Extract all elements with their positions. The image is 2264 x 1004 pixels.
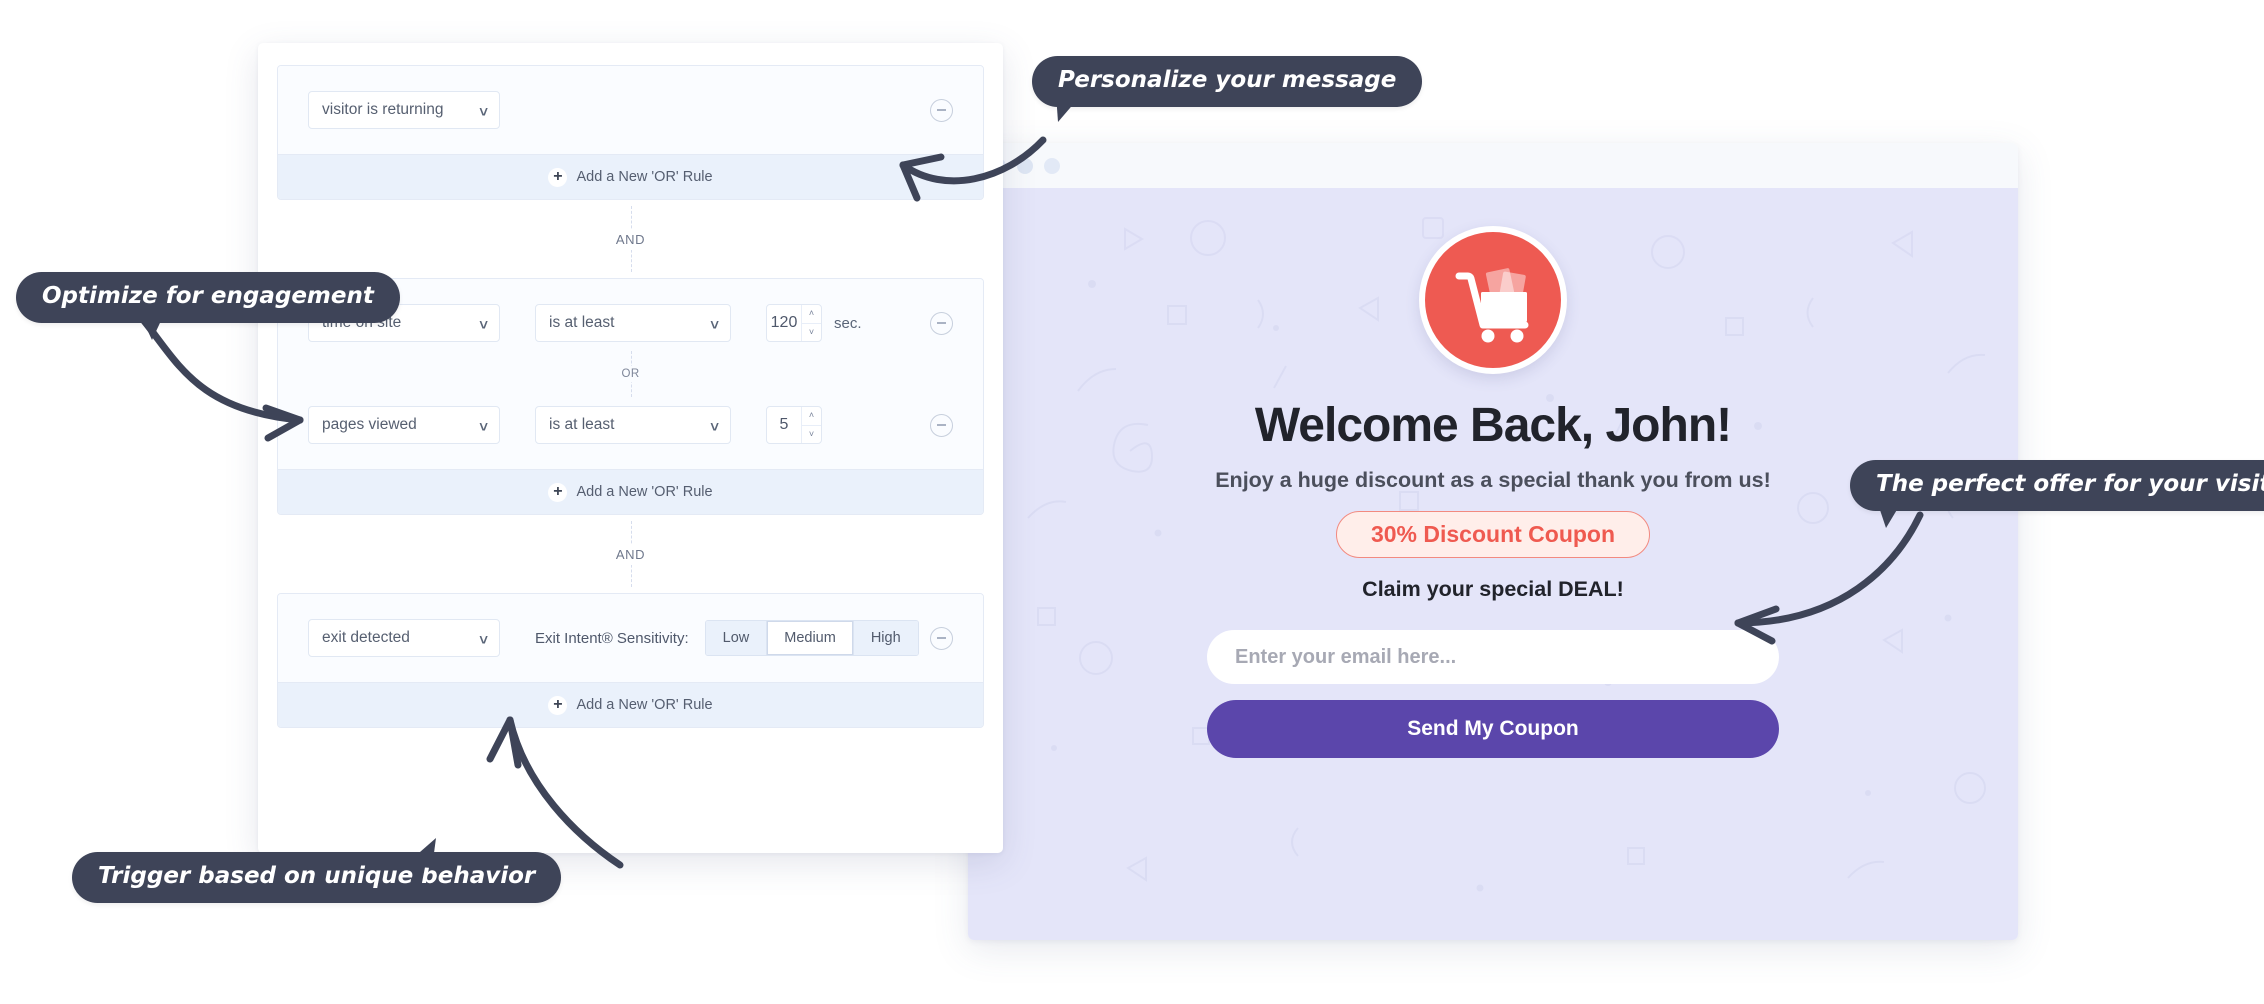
remove-rule-button[interactable] bbox=[930, 626, 953, 650]
sensitivity-segmented-control[interactable]: Low Medium High bbox=[704, 620, 919, 656]
value-unit-label: sec. bbox=[834, 314, 862, 332]
and-divider-1: AND bbox=[277, 200, 984, 278]
condition-select-pages-viewed[interactable]: pages viewed ˅ bbox=[308, 406, 500, 444]
condition-select-visitor[interactable]: visitor is returning ˅ bbox=[308, 91, 500, 129]
stepper-value: 5 bbox=[779, 416, 789, 433]
add-or-rule-button-2[interactable]: + Add a New 'OR' Rule bbox=[278, 469, 983, 514]
add-or-rule-button-1[interactable]: + Add a New 'OR' Rule bbox=[278, 154, 983, 199]
callout-offer: The perfect offer for your visitor bbox=[1850, 460, 2264, 528]
display-rules-panel: visitor is returning ˅ + Add a New 'OR' … bbox=[258, 43, 1003, 853]
rule-group-exit-intent: exit detected ˅ Exit Intent® Sensitivity… bbox=[277, 593, 984, 728]
plus-icon: + bbox=[548, 482, 568, 502]
browser-chrome-bar bbox=[968, 143, 2018, 188]
callout-tail bbox=[404, 838, 436, 868]
callout-text: The perfect offer for your visitor bbox=[1876, 471, 2264, 497]
add-or-rule-button-3[interactable]: + Add a New 'OR' Rule bbox=[278, 682, 983, 727]
stepper-down-icon[interactable]: ˅ bbox=[802, 324, 821, 342]
callout-trigger: Trigger based on unique behavior bbox=[72, 838, 562, 903]
condition-select-exit-detected[interactable]: exit detected ˅ bbox=[308, 619, 500, 657]
add-or-rule-label: Add a New 'OR' Rule bbox=[576, 484, 713, 500]
condition-select-value: pages viewed bbox=[322, 416, 417, 433]
popup-headline: Welcome Back, John! bbox=[1254, 399, 1732, 452]
callout-text: Personalize your message bbox=[1058, 67, 1397, 93]
plus-icon: + bbox=[548, 695, 568, 715]
chevron-down-icon: ˅ bbox=[479, 104, 488, 121]
callout-tail bbox=[1876, 498, 1904, 528]
rule-row: pages viewed ˅ is at least ˅ 5 ˄ ˅ bbox=[278, 397, 983, 453]
popup-content: Welcome Back, John! Enjoy a huge discoun… bbox=[968, 188, 2018, 940]
rule-rows: visitor is returning ˅ bbox=[278, 66, 983, 154]
callout-personalize: Personalize your message bbox=[1032, 56, 1423, 122]
rule-row: visitor is returning ˅ bbox=[278, 82, 983, 138]
remove-rule-button[interactable] bbox=[930, 413, 953, 437]
send-coupon-button[interactable]: Send My Coupon bbox=[1207, 700, 1779, 758]
rule-row: exit detected ˅ Exit Intent® Sensitivity… bbox=[278, 610, 983, 666]
callout-tail bbox=[1056, 94, 1082, 122]
screenshot-stage: Welcome Back, John! Enjoy a huge discoun… bbox=[0, 0, 2264, 1004]
condition-select-value: exit detected bbox=[322, 629, 410, 646]
rule-group-visitor: visitor is returning ˅ + Add a New 'OR' … bbox=[277, 65, 984, 200]
chevron-down-icon: ˅ bbox=[479, 419, 488, 436]
stepper-down-icon[interactable]: ˅ bbox=[802, 426, 821, 444]
callout-optimize: Optimize for engagement bbox=[16, 272, 400, 340]
remove-rule-button[interactable] bbox=[930, 311, 953, 335]
plus-icon: + bbox=[548, 167, 568, 187]
or-divider: OR bbox=[278, 351, 983, 397]
operator-select-pages-viewed[interactable]: is at least ˅ bbox=[535, 406, 731, 444]
popup-subheadline: Enjoy a huge discount as a special thank… bbox=[1215, 468, 1771, 492]
sensitivity-option-medium[interactable]: Medium bbox=[767, 621, 854, 655]
condition-select-value: visitor is returning bbox=[322, 101, 444, 118]
window-maximize-dot-icon[interactable] bbox=[1044, 157, 1060, 174]
claim-deal-text: Claim your special DEAL! bbox=[1362, 577, 1624, 601]
email-input[interactable] bbox=[1207, 630, 1779, 684]
callout-tail bbox=[138, 310, 166, 340]
and-divider-2: AND bbox=[277, 515, 984, 593]
add-or-rule-label: Add a New 'OR' Rule bbox=[576, 169, 713, 185]
rule-rows: exit detected ˅ Exit Intent® Sensitivity… bbox=[278, 594, 983, 682]
chevron-down-icon: ˅ bbox=[479, 317, 488, 334]
window-minimize-dot-icon[interactable] bbox=[1017, 157, 1033, 174]
value-stepper-time-on-site[interactable]: 120 ˄ ˅ bbox=[766, 304, 822, 342]
stepper-up-icon[interactable]: ˄ bbox=[802, 407, 821, 426]
and-label: AND bbox=[604, 228, 657, 250]
and-label: AND bbox=[604, 543, 657, 565]
callout-text: Optimize for engagement bbox=[42, 283, 374, 309]
sensitivity-option-low[interactable]: Low bbox=[705, 621, 768, 655]
operator-select-time-on-site[interactable]: is at least ˅ bbox=[535, 304, 731, 342]
operator-select-value: is at least bbox=[549, 314, 615, 331]
stepper-value: 120 bbox=[770, 314, 798, 331]
chevron-down-icon: ˅ bbox=[710, 419, 719, 436]
chevron-down-icon: ˅ bbox=[710, 317, 719, 334]
remove-rule-button[interactable] bbox=[930, 98, 953, 122]
stepper-controls[interactable]: ˄ ˅ bbox=[801, 305, 821, 341]
sensitivity-option-high[interactable]: High bbox=[853, 621, 918, 655]
discount-coupon-badge[interactable]: 30% Discount Coupon bbox=[1335, 511, 1651, 558]
stepper-controls[interactable]: ˄ ˅ bbox=[801, 407, 821, 443]
operator-select-value: is at least bbox=[549, 416, 615, 433]
callout-text: Trigger based on unique behavior bbox=[98, 863, 536, 889]
popup-canvas: Welcome Back, John! Enjoy a huge discoun… bbox=[968, 188, 2018, 940]
exit-intent-sensitivity-label: Exit Intent® Sensitivity: bbox=[535, 629, 689, 647]
stepper-up-icon[interactable]: ˄ bbox=[802, 305, 821, 324]
popup-preview-window: Welcome Back, John! Enjoy a huge discoun… bbox=[968, 143, 2018, 940]
add-or-rule-label: Add a New 'OR' Rule bbox=[576, 697, 713, 713]
shopping-cart-icon bbox=[1419, 226, 1567, 374]
or-label: OR bbox=[612, 366, 649, 382]
value-stepper-pages-viewed[interactable]: 5 ˄ ˅ bbox=[766, 406, 822, 444]
chevron-down-icon: ˅ bbox=[479, 632, 488, 649]
